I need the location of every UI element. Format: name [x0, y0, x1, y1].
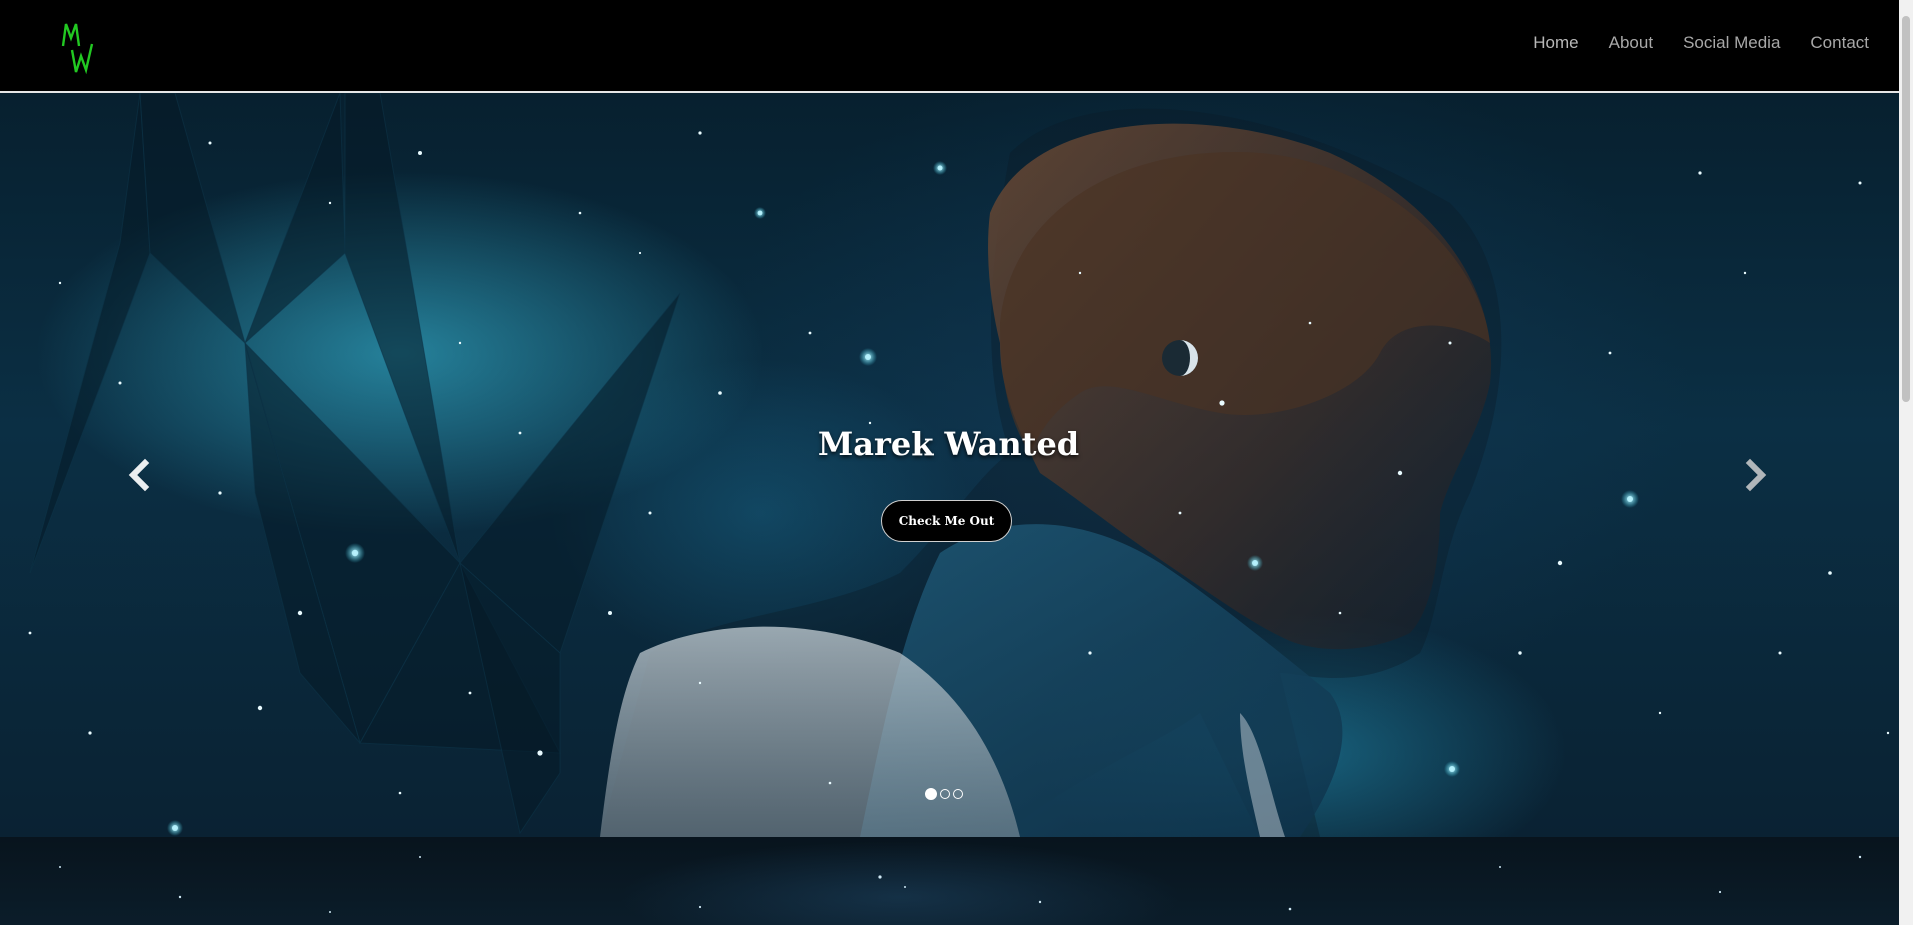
- nav-social-media[interactable]: Social Media: [1683, 33, 1780, 53]
- carousel-indicators: [925, 788, 963, 800]
- nav-menu: Home About Social Media Contact: [1533, 0, 1869, 85]
- nav-contact[interactable]: Contact: [1810, 33, 1869, 53]
- page: Home About Social Media Contact Marek Wa…: [0, 0, 1913, 925]
- nav-home[interactable]: Home: [1533, 33, 1578, 53]
- page-scrollbar[interactable]: [1899, 0, 1913, 925]
- carousel-indicator-1[interactable]: [925, 788, 937, 800]
- logo[interactable]: [60, 20, 96, 76]
- navbar: Home About Social Media Contact: [0, 0, 1899, 93]
- hero-background-image: [28, 93, 1890, 837]
- nav-about[interactable]: About: [1609, 33, 1653, 53]
- lower-section: [0, 837, 1899, 925]
- carousel-indicator-3[interactable]: [953, 789, 963, 799]
- hero-carousel: Marek Wanted Check Me Out: [0, 93, 1899, 837]
- hero-title: Marek Wanted: [817, 425, 1080, 463]
- mw-logo-icon: [61, 23, 94, 75]
- check-me-out-button[interactable]: Check Me Out: [881, 500, 1012, 542]
- lower-starfield: [59, 855, 1862, 913]
- scrollbar-thumb[interactable]: [1902, 16, 1910, 402]
- carousel-indicator-2[interactable]: [940, 789, 950, 799]
